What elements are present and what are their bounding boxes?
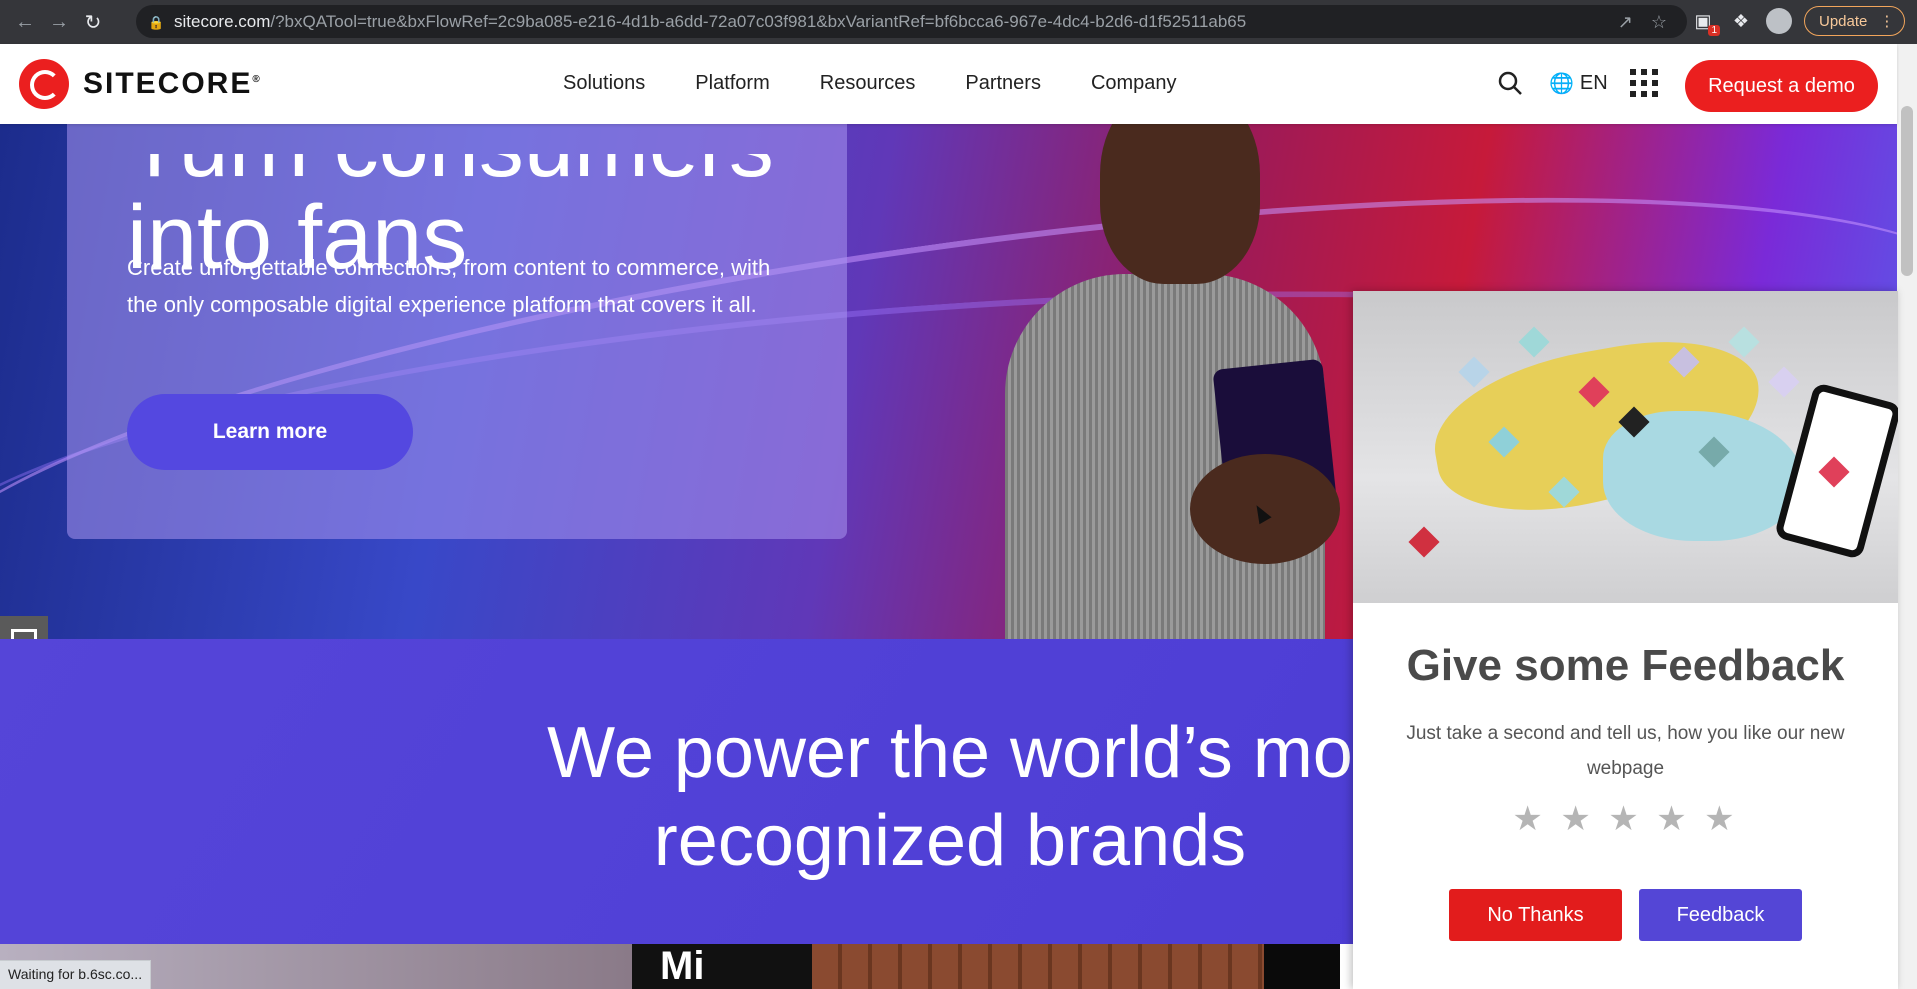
update-label: Update <box>1819 12 1868 30</box>
brands-title-line1: We power the world’s mo <box>547 713 1353 793</box>
status-bubble: Waiting for b.6sc.co... <box>0 960 152 989</box>
feedback-title: Give some Feedback <box>1406 641 1845 690</box>
request-demo-button[interactable]: Request a demo <box>1685 60 1878 112</box>
omnibox-actions: ↗ ☆ <box>1618 12 1667 33</box>
logo-mark-icon <box>19 59 69 109</box>
site-header: SITECORE® Solutions Platform Resources P… <box>0 44 1897 124</box>
brand-tile[interactable] <box>812 944 1264 989</box>
main-nav: Solutions Platform Resources Partners Co… <box>563 72 1177 95</box>
language-label: EN <box>1579 71 1608 94</box>
qa-side-tools: ✓ <box>0 616 48 639</box>
share-icon[interactable]: ↗ <box>1618 12 1633 33</box>
feedback-button[interactable]: Feedback <box>1639 889 1802 941</box>
hero-image-person <box>1005 124 1340 639</box>
feedback-illustration <box>1353 291 1898 603</box>
sitecore-logo[interactable]: SITECORE® <box>19 59 262 109</box>
hero-title-line1: Turn consumers <box>127 154 827 192</box>
star-icon-4[interactable]: ★ <box>1656 799 1690 839</box>
logo-registered: ® <box>252 74 262 85</box>
feedback-text: Just take a second and tell us, how you … <box>1406 723 1845 779</box>
rating-stars: ★ ★ ★ ★ ★ <box>1353 799 1898 839</box>
brand-tile-text: Mi <box>660 944 705 988</box>
nav-resources[interactable]: Resources <box>820 72 916 95</box>
puzzle-icon[interactable]: ❖ <box>1728 8 1754 34</box>
forward-icon[interactable]: → <box>42 5 76 39</box>
extension-badge: 1 <box>1708 25 1720 36</box>
url-host: sitecore.com <box>174 11 271 31</box>
address-bar[interactable]: 🔒 sitecore.com/?bxQATool=true&bxFlowRef=… <box>136 5 1687 38</box>
back-icon[interactable]: ← <box>8 5 42 39</box>
more-icon: ⋮ <box>1879 13 1895 30</box>
hero-description: Create unforgettable connections, from c… <box>127 255 771 317</box>
learn-more-button[interactable]: Learn more <box>127 394 413 470</box>
scrollbar-thumb[interactable] <box>1901 106 1913 276</box>
page: ← → ↻ 🔒 sitecore.com/?bxQATool=true&bxFl… <box>0 0 1917 989</box>
nav-company[interactable]: Company <box>1091 72 1177 95</box>
qa-tool-button[interactable] <box>0 616 48 639</box>
header-tools: 🌐 EN <box>1493 66 1658 100</box>
brands-title: We power the world’s mo recognized brand… <box>420 709 1480 885</box>
reload-icon[interactable]: ↻ <box>76 5 110 39</box>
brand-tile[interactable] <box>1264 944 1340 989</box>
language-selector[interactable]: 🌐 EN <box>1549 71 1608 96</box>
brand-logo-strip: Mi <box>0 944 1340 989</box>
apps-grid-icon[interactable] <box>1629 69 1658 97</box>
extension-area: ▣ 1 ❖ Update ⋮ <box>1690 6 1906 36</box>
bookmark-star-icon[interactable]: ☆ <box>1651 12 1667 33</box>
page-scrollbar[interactable] <box>1897 44 1917 989</box>
extension-icon[interactable]: ▣ 1 <box>1690 8 1720 36</box>
brands-title-line2: recognized brands <box>653 801 1247 881</box>
nav-partners[interactable]: Partners <box>965 72 1041 95</box>
star-icon-5[interactable]: ★ <box>1704 799 1738 839</box>
hero-card: Turn consumers into fans Create unforget… <box>67 124 847 539</box>
profile-avatar[interactable] <box>1766 8 1792 34</box>
nav-platform[interactable]: Platform <box>695 72 769 95</box>
feedback-panel: Give some Feedback Just take a second an… <box>1353 291 1898 989</box>
globe-icon: 🌐 <box>1549 72 1574 95</box>
lock-icon: 🔒 <box>148 14 165 30</box>
star-icon-1[interactable]: ★ <box>1512 799 1546 839</box>
url-path: /?bxQATool=true&bxFlowRef=2c9ba085-e216-… <box>270 11 1247 31</box>
window-icon <box>11 629 37 639</box>
logo-text: SITECORE <box>83 67 253 100</box>
nav-solutions[interactable]: Solutions <box>563 72 645 95</box>
star-icon-2[interactable]: ★ <box>1560 799 1594 839</box>
search-icon[interactable] <box>1493 66 1527 100</box>
star-icon-3[interactable]: ★ <box>1608 799 1642 839</box>
no-thanks-button[interactable]: No Thanks <box>1449 889 1622 941</box>
browser-toolbar: ← → ↻ 🔒 sitecore.com/?bxQATool=true&bxFl… <box>0 0 1917 44</box>
brand-tile-microsoft[interactable]: Mi <box>632 944 812 989</box>
update-button[interactable]: Update ⋮ <box>1804 6 1906 36</box>
